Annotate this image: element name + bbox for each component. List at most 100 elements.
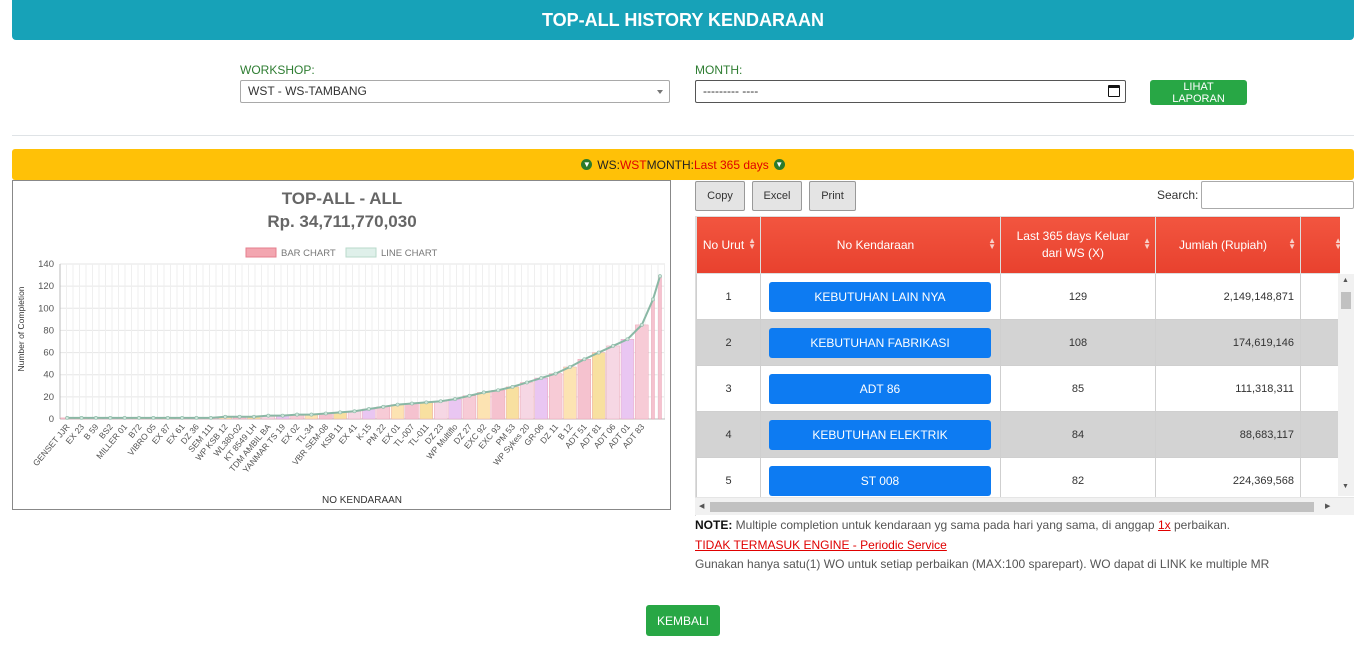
- scroll-up-icon[interactable]: ▲: [1342, 277, 1349, 284]
- table-row: 4 KEBUTUHAN ELEKTRIK 84 88,683,117: [696, 411, 1340, 458]
- scroll-right-icon[interactable]: ▶: [1325, 502, 1330, 510]
- column-header-extra[interactable]: ▲▼: [1300, 216, 1340, 274]
- bar: [534, 377, 548, 420]
- column-header-keluar-ws[interactable]: Last 365 days Keluar dari WS (X) ▲ ▼: [1000, 216, 1156, 274]
- divider: [12, 135, 1354, 136]
- vehicle-button[interactable]: ST 008: [769, 465, 991, 496]
- copy-button[interactable]: Copy: [695, 181, 745, 211]
- line-point: [252, 414, 256, 419]
- extra-cell: [1300, 273, 1340, 320]
- line-point: [79, 415, 84, 420]
- lihat-laporan-button[interactable]: LIHAT LAPORAN: [1150, 80, 1247, 105]
- line-point: [266, 413, 271, 418]
- table-vertical-scrollbar[interactable]: ▲ ▼: [1338, 274, 1354, 496]
- amount-cell: 88,683,117: [1155, 411, 1301, 458]
- line-point: [582, 357, 587, 362]
- line-point: [438, 399, 443, 404]
- bar: [592, 352, 606, 420]
- vehicle-button[interactable]: KEBUTUHAN LAIN NYA: [769, 281, 991, 312]
- line-point: [658, 274, 662, 279]
- bar: [448, 398, 462, 420]
- note-label: NOTE:: [695, 518, 733, 532]
- line-point: [596, 350, 601, 355]
- month-input[interactable]: --------- ----: [695, 80, 1126, 103]
- sort-icon: ▲▼: [748, 236, 756, 251]
- vehicle-button[interactable]: KEBUTUHAN FABRIKASI: [769, 327, 991, 358]
- y-tick-label: 0: [49, 414, 54, 425]
- line-point: [553, 371, 558, 376]
- line-point: [651, 297, 655, 302]
- banner-ws-label: WS:: [597, 157, 620, 172]
- bar: [491, 390, 505, 420]
- line-point: [223, 414, 228, 419]
- y-tick-label: 60: [43, 348, 54, 359]
- scroll-left-icon[interactable]: ◀: [699, 502, 704, 510]
- line-point: [639, 322, 644, 327]
- row-number: 2: [696, 319, 761, 366]
- line-point: [352, 409, 357, 414]
- extra-cell: [1300, 319, 1340, 366]
- completion-count: 108: [1000, 319, 1156, 366]
- table-row: 2 KEBUTUHAN FABRIKASI 108 174,619,146: [696, 319, 1340, 366]
- line-point: [568, 365, 572, 369]
- kembali-button[interactable]: KEMBALI: [646, 605, 720, 636]
- line-point: [524, 380, 529, 385]
- filter-banner: ▼ WS: WST MONTH: Last 365 days ▼: [12, 149, 1354, 180]
- table-container: No Urut ▲ ▼ No Kendaraan ▲ ▼ Last 365 days K…: [695, 216, 1340, 516]
- line-point: [65, 415, 70, 420]
- line-point: [467, 393, 472, 398]
- page-header: TOP-ALL HISTORY KENDARAAN: [12, 0, 1354, 40]
- calendar-icon[interactable]: [1108, 85, 1120, 97]
- sort-icon: ▲▼: [1334, 237, 1340, 251]
- chart-title: TOP-ALL - ALL: [282, 189, 403, 208]
- line-point: [366, 407, 371, 411]
- column-header-no-urut[interactable]: No Urut ▲ ▼: [696, 216, 761, 274]
- note-text: NOTE: Multiple completion untuk kendaraa…: [695, 518, 1231, 532]
- amount-cell: 174,619,146: [1155, 319, 1301, 366]
- bar: [563, 366, 577, 420]
- row-number: 3: [696, 365, 761, 412]
- y-tick-label: 40: [43, 370, 54, 381]
- engine-service-link[interactable]: TIDAK TERMASUK ENGINE - Periodic Service: [695, 538, 947, 552]
- bar: [606, 345, 620, 420]
- search-input[interactable]: [1201, 181, 1354, 209]
- legend-line-label: LINE CHART: [381, 248, 438, 259]
- table-horizontal-scrollbar[interactable]: ◀ ▶: [695, 497, 1354, 515]
- scrollbar-thumb[interactable]: [1341, 292, 1351, 309]
- print-button[interactable]: Print: [809, 181, 856, 211]
- line-point: [237, 414, 242, 419]
- arrow-down-circle-icon: ▼: [581, 159, 593, 170]
- excel-button[interactable]: Excel: [752, 181, 802, 211]
- line-point: [151, 415, 156, 420]
- scrollbar-thumb[interactable]: [710, 502, 1314, 512]
- vehicle-button[interactable]: ADT 86: [769, 373, 991, 404]
- line-point: [611, 344, 615, 348]
- extra-cell: [1300, 365, 1340, 412]
- column-header-jumlah[interactable]: Jumlah (Rupiah) ▲ ▼: [1155, 216, 1301, 274]
- line-point: [338, 410, 343, 415]
- column-header-no-kendaraan[interactable]: No Kendaraan ▲ ▼: [760, 216, 1001, 274]
- legend-bar-label: BAR CHART: [281, 248, 336, 259]
- search-label: Search:: [1157, 188, 1199, 202]
- bar: [462, 395, 477, 420]
- y-tick-label: 80: [43, 325, 54, 336]
- row-number: 1: [696, 273, 761, 320]
- note-highlight: 1x: [1157, 518, 1171, 532]
- scroll-down-icon[interactable]: ▼: [1342, 483, 1349, 490]
- line-point: [208, 415, 213, 420]
- line-point: [381, 404, 386, 409]
- y-tick-label: 20: [43, 392, 54, 403]
- history-table: No Urut ▲ ▼ No Kendaraan ▲ ▼ Last 365 days K…: [696, 216, 1340, 504]
- line-point: [496, 388, 501, 393]
- bar: [505, 386, 520, 420]
- workshop-select[interactable]: WST - WS-TAMBANG: [240, 80, 670, 103]
- line-point: [323, 411, 328, 416]
- chart-y-label: Number of Completion: [16, 286, 26, 371]
- month-label: MONTH:: [695, 63, 743, 77]
- line-point: [180, 415, 185, 420]
- line-point: [194, 415, 199, 420]
- vehicle-button[interactable]: KEBUTUHAN ELEKTRIK: [769, 419, 991, 450]
- arrow-down-circle-icon: ▼: [773, 159, 785, 170]
- bar: [520, 382, 534, 420]
- line-point: [481, 390, 486, 395]
